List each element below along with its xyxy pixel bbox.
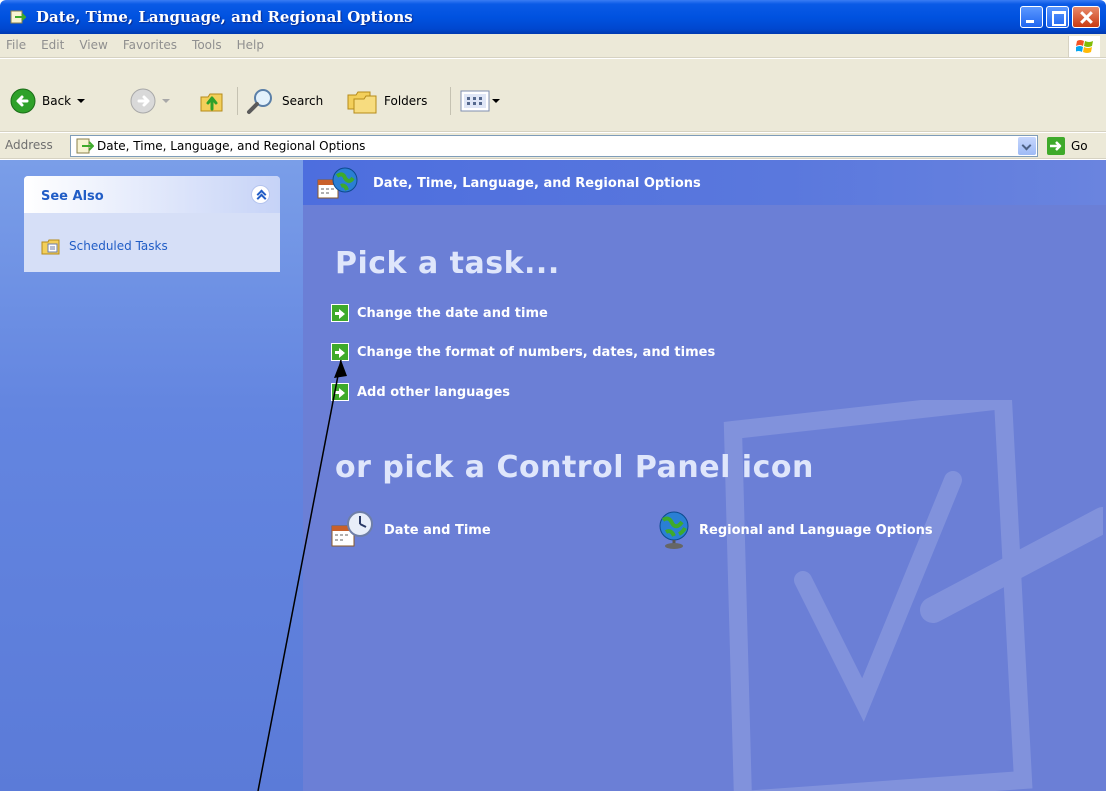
- see-also-item-scheduled-tasks[interactable]: Scheduled Tasks: [41, 237, 168, 255]
- task-pane: See Also Scheduled Tasks: [0, 160, 303, 791]
- icon-label: Regional and Language Options: [699, 522, 933, 538]
- address-dropdown-button[interactable]: [1018, 137, 1036, 155]
- task-change-format[interactable]: Change the format of numbers, dates, and…: [331, 343, 715, 361]
- views-dropdown-icon: [492, 99, 500, 103]
- address-label: Address: [5, 138, 53, 152]
- back-arrow-icon: [10, 88, 36, 114]
- collapse-icon[interactable]: [251, 185, 270, 204]
- back-label: Back: [42, 94, 72, 108]
- pick-task-heading: Pick a task...: [335, 246, 560, 281]
- menu-view[interactable]: View: [71, 34, 114, 52]
- go-arrow-icon: [1047, 137, 1065, 155]
- task-label: Add other languages: [357, 384, 511, 400]
- forward-arrow-icon: [130, 88, 156, 114]
- toolbar-separator: [237, 87, 238, 115]
- folders-label: Folders: [384, 94, 428, 108]
- up-button[interactable]: [198, 86, 226, 116]
- task-change-date-time[interactable]: Change the date and time: [331, 304, 548, 322]
- search-label: Search: [282, 94, 324, 108]
- task-arrow-icon: [331, 343, 349, 361]
- forward-dropdown-icon: [162, 99, 170, 103]
- search-icon: [247, 89, 272, 114]
- menu-help[interactable]: Help: [229, 34, 271, 52]
- folders-button[interactable]: Folders: [346, 86, 427, 116]
- scheduled-tasks-icon: [41, 239, 60, 255]
- main-content: Date, Time, Language, and Regional Optio…: [303, 160, 1106, 791]
- menu-bar: File Edit View Favorites Tools Help: [0, 34, 1106, 58]
- icon-regional-language[interactable]: Regional and Language Options: [657, 510, 933, 550]
- icon-date-and-time[interactable]: Date and Time: [330, 510, 491, 550]
- toolbar-separator: [450, 87, 451, 115]
- task-add-languages[interactable]: Add other languages: [331, 383, 510, 401]
- task-arrow-icon: [331, 383, 349, 401]
- title-bar[interactable]: Date, Time, Language, and Regional Optio…: [0, 0, 1106, 34]
- forward-button[interactable]: [130, 86, 170, 116]
- windows-logo: [1068, 36, 1100, 57]
- folders-icon: [347, 91, 377, 114]
- pick-icon-heading: or pick a Control Panel icon: [335, 450, 814, 485]
- close-button[interactable]: [1072, 6, 1100, 28]
- task-label: Change the format of numbers, dates, and…: [357, 344, 716, 360]
- go-label: Go: [1071, 139, 1088, 153]
- address-value: Date, Time, Language, and Regional Optio…: [97, 139, 366, 153]
- category-header: Date, Time, Language, and Regional Optio…: [303, 160, 1106, 205]
- windows-flag-icon: [1076, 40, 1093, 53]
- see-also-header[interactable]: See Also: [24, 176, 280, 213]
- window-title: Date, Time, Language, and Regional Optio…: [36, 8, 413, 26]
- address-input[interactable]: Date, Time, Language, and Regional Optio…: [70, 135, 1038, 157]
- see-also-heading: See Also: [41, 189, 104, 204]
- views-button[interactable]: [460, 86, 500, 116]
- back-button[interactable]: Back: [10, 86, 86, 116]
- control-panel-icon: [10, 10, 26, 24]
- address-bar: Address Date, Time, Language, and Region…: [0, 133, 1106, 159]
- task-arrow-icon: [331, 304, 349, 322]
- back-dropdown-icon: [77, 99, 86, 103]
- icon-label: Date and Time: [384, 522, 491, 538]
- task-label: Change the date and time: [357, 305, 548, 321]
- minimize-button[interactable]: [1020, 6, 1043, 28]
- menu-file[interactable]: File: [0, 34, 33, 52]
- globe-icon: [659, 511, 689, 549]
- menu-favorites[interactable]: Favorites: [115, 34, 184, 52]
- views-icon: [460, 90, 490, 112]
- go-button[interactable]: Go: [1046, 136, 1088, 156]
- menu-edit[interactable]: Edit: [33, 34, 71, 52]
- see-also-item-label: Scheduled Tasks: [69, 239, 168, 253]
- maximize-button[interactable]: [1046, 6, 1069, 28]
- up-folder-icon: [200, 93, 223, 112]
- search-button[interactable]: Search: [246, 86, 323, 116]
- date-time-clock-icon: [331, 511, 373, 547]
- toolbar: Back Search Folders: [0, 59, 1106, 132]
- menu-tools[interactable]: Tools: [184, 34, 229, 52]
- control-panel-icon: [76, 138, 94, 154]
- date-time-globe-icon: [317, 167, 358, 199]
- category-title: Date, Time, Language, and Regional Optio…: [373, 176, 701, 191]
- see-also-panel: See Also Scheduled Tasks: [24, 176, 280, 272]
